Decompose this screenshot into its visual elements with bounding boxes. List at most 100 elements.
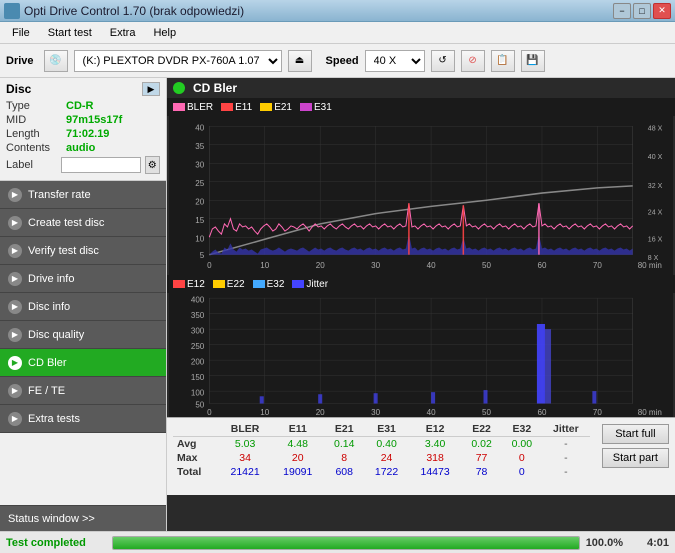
disc-type-row: Type CD-R xyxy=(6,100,160,112)
svg-text:200: 200 xyxy=(191,357,205,366)
drive-bar: Drive 💿 (K:) PLEXTOR DVDR PX-760A 1.07 ⏏… xyxy=(0,44,675,78)
label-input[interactable] xyxy=(61,157,141,173)
e31-color xyxy=(300,103,312,111)
total-e31: 1722 xyxy=(364,465,408,479)
progress-bar-wrap xyxy=(112,536,580,550)
menu-extra[interactable]: Extra xyxy=(102,25,144,41)
disc-arrow-button[interactable]: ▶ xyxy=(142,82,160,96)
disc-type-value: CD-R xyxy=(66,100,94,112)
max-e12: 318 xyxy=(409,451,462,465)
main-layout: Disc ▶ Type CD-R MID 97m15s17f Length 71… xyxy=(0,78,675,531)
legend-e11: E11 xyxy=(221,102,252,113)
legend-e12: E12 xyxy=(173,279,205,290)
sidebar-item-disc-quality[interactable]: ▶ Disc quality xyxy=(0,321,166,349)
sidebar-item-label: Extra tests xyxy=(28,413,80,425)
chart2-area: 400 350 300 250 200 150 100 50 0 10 20 3… xyxy=(169,293,673,417)
max-bler: 34 xyxy=(219,451,272,465)
eject-button[interactable]: ⏏ xyxy=(288,50,312,72)
stats-table: BLER E11 E21 E31 E12 E22 E32 Jitter Avg xyxy=(173,422,590,479)
sidebar-item-transfer-rate[interactable]: ▶ Transfer rate xyxy=(0,181,166,209)
status-window-button[interactable]: Status window >> xyxy=(0,505,166,531)
minimize-button[interactable]: − xyxy=(613,3,631,19)
label-settings-button[interactable]: ⚙ xyxy=(145,156,160,174)
chart1-svg: 40 35 30 25 20 15 10 5 0 10 20 30 40 50 … xyxy=(169,116,673,275)
svg-text:0: 0 xyxy=(207,408,212,417)
maximize-button[interactable]: □ xyxy=(633,3,651,19)
sidebar-item-verify-test-disc[interactable]: ▶ Verify test disc xyxy=(0,237,166,265)
menu-help[interactable]: Help xyxy=(145,25,184,41)
disc-panel: Disc ▶ Type CD-R MID 97m15s17f Length 71… xyxy=(0,78,166,181)
stats-table-wrap: BLER E11 E21 E31 E12 E22 E32 Jitter Avg xyxy=(167,418,596,483)
col-e21: E21 xyxy=(324,422,364,437)
legend-jitter: Jitter xyxy=(292,279,328,290)
max-e31: 24 xyxy=(364,451,408,465)
col-e32: E32 xyxy=(502,422,542,437)
close-button[interactable]: ✕ xyxy=(653,3,671,19)
disc-length-row: Length 71:02.19 xyxy=(6,128,160,140)
erase-button[interactable]: ⊘ xyxy=(461,50,485,72)
sidebar: Disc ▶ Type CD-R MID 97m15s17f Length 71… xyxy=(0,78,167,531)
copy-button[interactable]: 📋 xyxy=(491,50,515,72)
drive-icon: 💿 xyxy=(44,50,68,72)
stats-area: BLER E11 E21 E31 E12 E22 E32 Jitter Avg xyxy=(167,417,675,495)
sidebar-item-fe-te[interactable]: ▶ FE / TE xyxy=(0,377,166,405)
refresh-button[interactable]: ↺ xyxy=(431,50,455,72)
time-elapsed: 4:01 xyxy=(629,537,669,549)
svg-text:10: 10 xyxy=(260,261,269,270)
svg-text:48 X: 48 X xyxy=(648,124,663,132)
svg-text:24 X: 24 X xyxy=(648,209,663,217)
svg-text:35: 35 xyxy=(195,142,204,151)
disc-header: Disc ▶ xyxy=(6,82,160,96)
title-bar-controls[interactable]: − □ ✕ xyxy=(613,3,671,19)
svg-text:10: 10 xyxy=(260,408,269,417)
sidebar-item-extra-tests[interactable]: ▶ Extra tests xyxy=(0,405,166,433)
svg-text:80 min: 80 min xyxy=(638,408,662,417)
bler-color xyxy=(173,103,185,111)
table-row: Total 21421 19091 608 1722 14473 78 0 - xyxy=(173,465,590,479)
legend-e21: E21 xyxy=(260,102,292,113)
menu-start-test[interactable]: Start test xyxy=(40,25,100,41)
sidebar-item-create-test-disc[interactable]: ▶ Create test disc xyxy=(0,209,166,237)
save-button[interactable]: 💾 xyxy=(521,50,545,72)
disc-title: Disc xyxy=(6,82,31,96)
sidebar-item-label: Drive info xyxy=(28,273,74,285)
status-bar: Test completed 100.0% 4:01 xyxy=(0,531,675,553)
max-e22: 77 xyxy=(461,451,501,465)
title-bar-left: Opti Drive Control 1.70 (brak odpowiedzi… xyxy=(4,3,244,19)
svg-text:350: 350 xyxy=(191,311,205,320)
total-bler: 21421 xyxy=(219,465,272,479)
svg-text:50: 50 xyxy=(195,401,204,410)
disc-info-icon: ▶ xyxy=(8,300,22,314)
avg-jitter: - xyxy=(542,437,590,452)
sidebar-menu: ▶ Transfer rate ▶ Create test disc ▶ Ver… xyxy=(0,181,166,505)
col-e31: E31 xyxy=(364,422,408,437)
legend-e32: E32 xyxy=(253,279,285,290)
jitter-color xyxy=(292,280,304,288)
sidebar-item-drive-info[interactable]: ▶ Drive info xyxy=(0,265,166,293)
total-e32: 0 xyxy=(502,465,542,479)
total-e21: 608 xyxy=(324,465,364,479)
svg-text:32 X: 32 X xyxy=(648,182,663,190)
sidebar-item-cd-bler[interactable]: ▶ CD Bler xyxy=(0,349,166,377)
drive-info-icon: ▶ xyxy=(8,272,22,286)
chart2-svg: 400 350 300 250 200 150 100 50 0 10 20 3… xyxy=(169,293,673,417)
avg-e31: 0.40 xyxy=(364,437,408,452)
legend-e31: E31 xyxy=(300,102,332,113)
svg-text:400: 400 xyxy=(191,295,205,304)
avg-bler: 5.03 xyxy=(219,437,272,452)
verify-test-disc-icon: ▶ xyxy=(8,244,22,258)
menu-file[interactable]: File xyxy=(4,25,38,41)
speed-select[interactable]: 40 X xyxy=(365,50,425,72)
drive-label: Drive xyxy=(6,55,34,67)
start-part-button[interactable]: Start part xyxy=(602,448,669,468)
sidebar-item-disc-info[interactable]: ▶ Disc info xyxy=(0,293,166,321)
drive-select[interactable]: (K:) PLEXTOR DVDR PX-760A 1.07 xyxy=(74,50,282,72)
bler-label: BLER xyxy=(187,102,213,113)
svg-text:20: 20 xyxy=(316,408,325,417)
progress-percent: 100.0% xyxy=(586,537,623,549)
disc-label-label: Label xyxy=(6,159,57,171)
max-e32: 0 xyxy=(502,451,542,465)
sidebar-item-label: Verify test disc xyxy=(28,245,99,257)
start-full-button[interactable]: Start full xyxy=(602,424,669,444)
svg-text:40 X: 40 X xyxy=(648,153,663,161)
